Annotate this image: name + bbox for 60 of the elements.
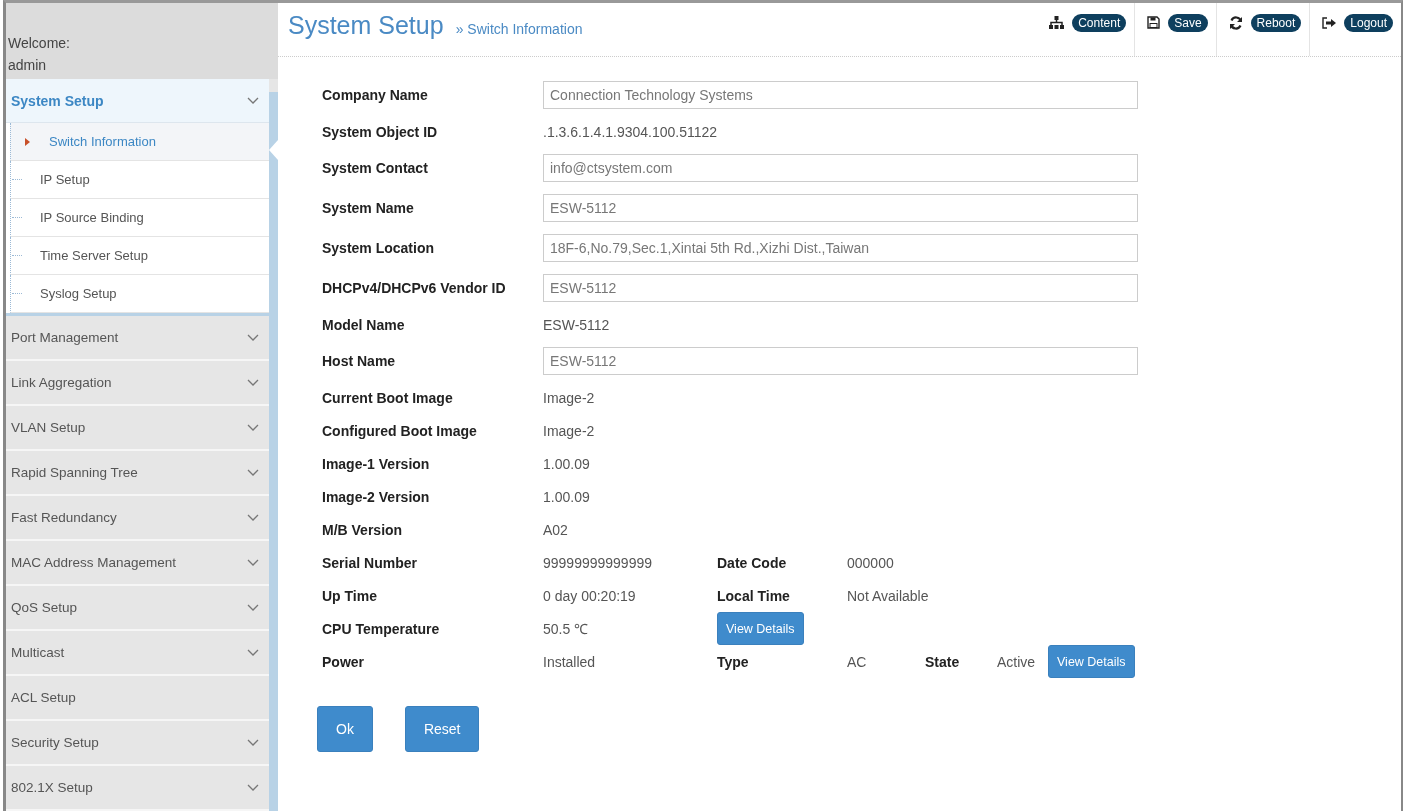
page-title: System Setup <box>288 11 444 40</box>
triangle-icon <box>25 137 30 146</box>
field-label: Local Time <box>717 587 790 604</box>
input-field[interactable]: ESW-5112 <box>543 347 1138 375</box>
action-button[interactable]: Logout <box>1344 13 1393 32</box>
field-value: Image-2 <box>543 389 595 406</box>
menu-item[interactable]: System Setup <box>6 79 269 123</box>
field-label: Image-2 Version <box>322 488 430 505</box>
field-value: A02 <box>543 521 568 538</box>
field-value: 99999999999999 <box>543 554 652 571</box>
form-button[interactable]: Ok <box>317 706 373 752</box>
field-value: 50.5 ℃ <box>543 620 589 638</box>
field-label: Up Time <box>322 587 377 604</box>
field-label: Date Code <box>717 554 787 571</box>
user-name: admin <box>8 56 48 75</box>
sitemap-icon[interactable] <box>1049 16 1065 29</box>
field-value: Not Available <box>847 587 929 604</box>
field-label: Image-1 Version <box>322 455 430 472</box>
field-value: 000000 <box>847 554 894 571</box>
field-value: .1.3.6.1.4.1.9304.100.51122 <box>543 123 718 140</box>
input-field[interactable]: 18F-6,No.79,Sec.1,Xintai 5th Rd.,Xizhi Dist.,Taiwan <box>543 234 1138 262</box>
action-button[interactable]: Reboot <box>1250 13 1302 32</box>
field-label: System Name <box>322 200 414 216</box>
action-button[interactable]: Content <box>1072 13 1127 32</box>
input-field[interactable]: ESW-5112 <box>543 194 1138 222</box>
field-label: System Contact <box>322 160 428 176</box>
field-value: Active <box>997 653 1036 670</box>
exit-icon[interactable] <box>1322 16 1337 29</box>
form-button[interactable]: Reset <box>404 706 480 752</box>
field-label: Power <box>322 653 364 670</box>
field-value: Image-2 <box>543 422 595 439</box>
field-value: AC <box>847 653 867 670</box>
field-label: Serial Number <box>322 554 417 571</box>
breadcrumb: » Switch Information <box>455 21 583 37</box>
view-details-button[interactable]: View Details <box>717 612 804 645</box>
field-value: Installed <box>543 653 596 670</box>
field-value: 0 day 00:20:19 <box>543 587 636 604</box>
input-field[interactable]: info@ctsystem.com <box>543 154 1138 182</box>
field-label: System Location <box>322 240 435 256</box>
field-value: 1.00.09 <box>543 455 590 472</box>
action-button[interactable]: Save <box>1168 13 1208 32</box>
field-label: DHCPv4/DHCPv6 Vendor ID <box>322 280 506 296</box>
field-label: State <box>925 653 960 670</box>
field-label: System Object ID <box>322 123 438 140</box>
input-field[interactable]: Connection Technology Systems <box>543 81 1138 109</box>
field-label: Company Name <box>322 87 428 103</box>
submenu-item[interactable]: Switch Information <box>10 123 269 161</box>
refresh-icon[interactable] <box>1228 15 1243 30</box>
field-label: Host Name <box>322 353 396 369</box>
field-label: Configured Boot Image <box>322 422 477 439</box>
field-value: 1.00.09 <box>543 488 590 505</box>
field-label: Current Boot Image <box>322 389 453 406</box>
welcome-label: Welcome: <box>8 34 71 53</box>
input-field[interactable]: ESW-5112 <box>543 274 1138 302</box>
field-label: M/B Version <box>322 521 403 538</box>
field-label: Type <box>717 653 749 670</box>
view-details-button[interactable]: View Details <box>1048 645 1135 678</box>
field-label: Model Name <box>322 316 405 333</box>
field-label: CPU Temperature <box>322 620 440 637</box>
field-value: ESW-5112 <box>543 316 610 333</box>
